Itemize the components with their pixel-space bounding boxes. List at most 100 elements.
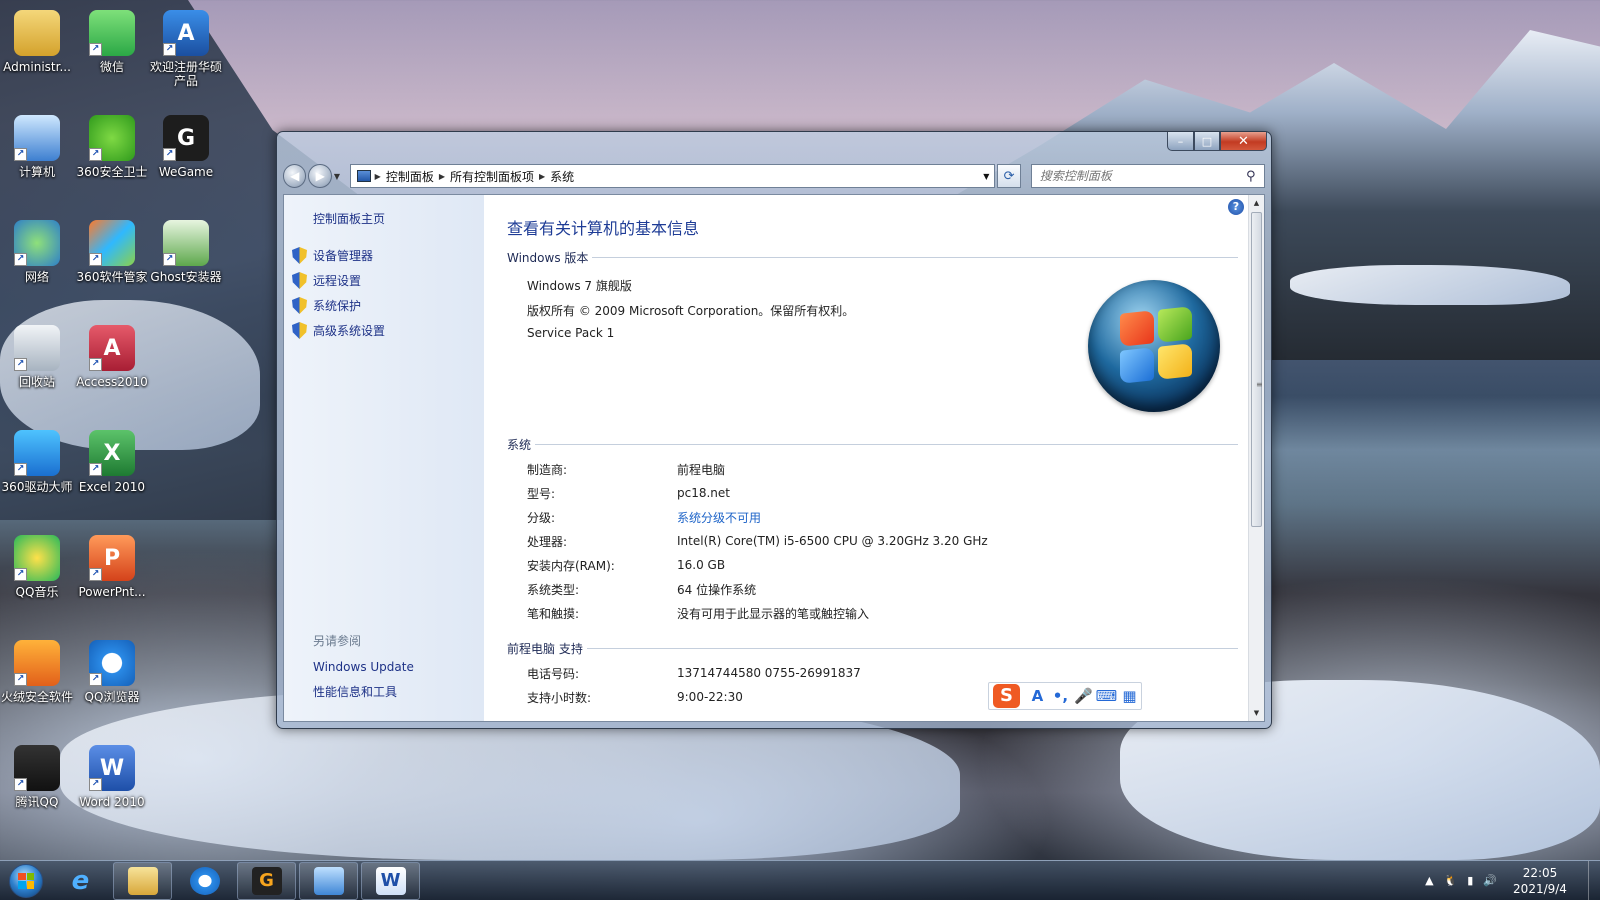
windows-update-link[interactable]: Windows Update (313, 655, 414, 680)
scroll-up-icon[interactable]: ▲ (1249, 195, 1264, 211)
breadcrumb-all-items[interactable]: 所有控制面板项 (450, 168, 534, 185)
control-panel-icon (356, 170, 371, 182)
desktop-icon[interactable]: ↗ 360软件管家 (75, 214, 149, 314)
network-tray-icon[interactable]: ▮ (1467, 874, 1473, 887)
info-label: 安装内存(RAM): (527, 558, 615, 573)
desktop-icon[interactable]: ↗ 360安全卫士 (75, 109, 149, 209)
desktop-icon[interactable]: Administr... (0, 4, 74, 104)
system-window[interactable]: – □ ✕ ◀ ▶ ▼ ▶ 控制面板 ▶ 所有控制面板项 ▶ 系统 ▼ ⟳ ⚲ … (276, 131, 1272, 729)
desktop-icon[interactable]: ↗ 腾讯QQ (0, 739, 74, 839)
minimize-button[interactable]: – (1167, 132, 1194, 151)
access-icon: A ↗ (89, 325, 135, 371)
back-button[interactable]: ◀ (283, 164, 307, 188)
desktop-icon[interactable]: ↗ 网络 (0, 214, 74, 314)
desktop-icon[interactable]: A ↗ 欢迎注册华硕产品 (149, 4, 223, 104)
remote-settings-link[interactable]: 远程设置 (292, 268, 385, 293)
taskbar-control-panel[interactable] (299, 861, 358, 900)
windows-orb-icon (9, 863, 43, 898)
shortcut-arrow-icon: ↗ (14, 568, 27, 581)
desktop-icon-label: 360软件管家 (76, 270, 148, 284)
section-title: Windows 版本 (507, 251, 593, 265)
info-row: 安装内存(RAM): 16.0 GB (527, 553, 1228, 577)
clock[interactable]: 22:05 2021/9/4 (1502, 865, 1578, 897)
advanced-settings-link[interactable]: 高级系统设置 (292, 318, 385, 343)
help-icon[interactable]: ? (1228, 199, 1244, 215)
scroll-down-icon[interactable]: ▼ (1249, 705, 1264, 721)
taskbar-wegame[interactable]: G (237, 861, 296, 900)
desktop-icon[interactable]: ↗ QQ浏览器 (75, 634, 149, 734)
see-also-links: Windows Update 性能信息和工具 (313, 655, 414, 705)
breadcrumb-chevron-icon[interactable]: ▶ (439, 172, 445, 181)
qq-tray-icon[interactable]: 🐧 (1444, 874, 1458, 887)
device-manager-link[interactable]: 设备管理器 (292, 243, 385, 268)
desktop-icon[interactable]: ↗ 微信 (75, 4, 149, 104)
desktop-icon[interactable]: G ↗ WeGame (149, 109, 223, 209)
desktop-icon[interactable]: ↗ Ghost安装器 (149, 214, 223, 314)
shortcut-arrow-icon: ↗ (163, 43, 176, 56)
performance-info-link[interactable]: 性能信息和工具 (313, 680, 414, 705)
user-folder-icon (14, 10, 60, 56)
desktop-icon-label: 火绒安全软件 (0, 690, 73, 704)
desktop-icon[interactable]: A ↗ Access2010 (75, 319, 149, 419)
search-input[interactable] (1039, 169, 1247, 183)
scroll-thumb[interactable]: ≡ (1251, 212, 1263, 527)
shortcut-arrow-icon: ↗ (14, 148, 27, 161)
support-section-header: 前程电脑 支持 (507, 640, 1238, 656)
info-label: 电话号码: (527, 666, 580, 681)
search-icon[interactable]: ⚲ (1246, 169, 1264, 184)
sogou-logo-icon[interactable]: S (993, 684, 1020, 708)
desktop-icon-label: 回收站 (18, 375, 55, 389)
maximize-button[interactable]: □ (1194, 132, 1220, 151)
breadcrumb-chevron-icon[interactable]: ▶ (539, 172, 545, 181)
ime-keyboard-icon[interactable]: ⌨ (1095, 687, 1118, 705)
info-row: 制造商: 前程电脑 (527, 457, 1228, 481)
page-title: 查看有关计算机的基本信息 (507, 219, 700, 238)
ime-punctuation-icon[interactable]: •, (1049, 687, 1072, 705)
address-bar[interactable]: ▶ 控制面板 ▶ 所有控制面板项 ▶ 系统 ▼ (349, 164, 996, 188)
content-area: 控制面板主页 设备管理器 远程设置 系统保护 高级系统设置 另请参阅 Windo… (283, 194, 1265, 722)
ime-voice-icon[interactable]: 🎤 (1072, 687, 1095, 705)
address-dropdown-icon[interactable]: ▼ (978, 172, 994, 181)
forward-button[interactable]: ▶ (308, 164, 332, 188)
desktop-icon[interactable]: ↗ 计算机 (0, 109, 74, 209)
taskbar-qq-browser[interactable] (175, 862, 234, 900)
qq-icon: ↗ (14, 745, 60, 791)
wegame-icon: G ↗ (163, 115, 209, 161)
taskbar-word[interactable]: W (361, 861, 420, 900)
shield-icon (292, 322, 307, 339)
ime-toolbar[interactable]: S A •, 🎤 ⌨ ▦ (988, 682, 1142, 710)
tray-overflow-icon[interactable]: ▲ (1425, 874, 1433, 887)
360-software-icon: ↗ (89, 220, 135, 266)
desktop-icon[interactable]: ↗ QQ音乐 (0, 529, 74, 629)
control-panel-home-link[interactable]: 控制面板主页 (313, 210, 385, 227)
ime-mode-icon[interactable]: A (1026, 687, 1049, 705)
desktop-icon[interactable]: P ↗ PowerPnt... (75, 529, 149, 629)
close-button[interactable]: ✕ (1220, 132, 1267, 151)
show-desktop-button[interactable] (1588, 860, 1600, 900)
start-button[interactable] (4, 861, 48, 900)
rating-link[interactable]: 系统分级不可用 (677, 509, 761, 526)
ime-toolbox-icon[interactable]: ▦ (1118, 687, 1141, 705)
desktop-icon[interactable]: ↗ 火绒安全软件 (0, 634, 74, 734)
breadcrumb-control-panel[interactable]: 控制面板 (386, 168, 434, 185)
desktop-icon[interactable]: X ↗ Excel 2010 (75, 424, 149, 524)
desktop-icon[interactable]: ↗ 360驱动大师 (0, 424, 74, 524)
desktop-icon[interactable]: W ↗ Word 2010 (75, 739, 149, 839)
system-protection-link[interactable]: 系统保护 (292, 293, 385, 318)
info-value: pc18.net (677, 486, 730, 500)
recent-pages-chevron-icon[interactable]: ▼ (334, 172, 344, 181)
word-icon: W ↗ (89, 745, 135, 791)
desktop-icon[interactable]: ↗ 回收站 (0, 319, 74, 419)
search-box[interactable]: ⚲ (1030, 164, 1266, 188)
word-icon: W (375, 866, 406, 895)
recycle-bin-icon: ↗ (14, 325, 60, 371)
vertical-scrollbar[interactable]: ▲ ≡ ▼ (1248, 195, 1264, 721)
breadcrumb-system[interactable]: 系统 (550, 168, 574, 185)
refresh-button[interactable]: ⟳ (997, 164, 1021, 188)
volume-icon[interactable]: 🔊 (1483, 874, 1497, 887)
info-value: 9:00-22:30 (677, 690, 743, 704)
taskbar-ie[interactable]: e (51, 862, 110, 900)
taskbar-explorer[interactable] (113, 861, 172, 900)
breadcrumb-chevron-icon[interactable]: ▶ (375, 172, 381, 181)
powerpoint-icon: P ↗ (89, 535, 135, 581)
